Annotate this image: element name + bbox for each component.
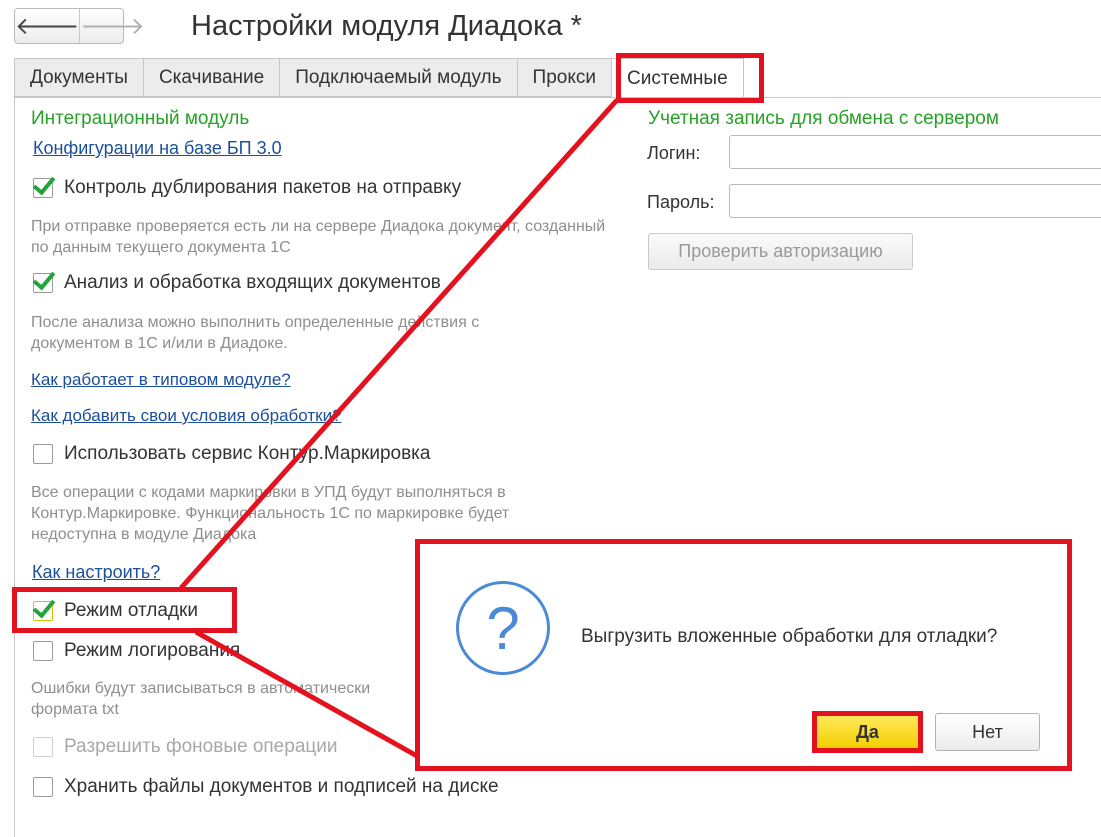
logging-hint: Ошибки будут записываться в автоматическ… [31,680,371,718]
yes-button-label: Да [817,716,918,748]
login-label: Логин: [647,143,701,163]
tab-plugin-module[interactable]: Подключаемый модуль [280,58,518,97]
store-files-checkbox-row[interactable]: Хранить файлы документов и подписей на д… [33,776,499,798]
dup-control-hint: При отправке проверяется есть ли на серв… [31,218,606,256]
marking-checkbox-row[interactable]: Использовать сервис Контур.Маркировка [33,443,430,465]
window-title: Настройки модуля Диадока * [191,10,582,42]
store-files-checkbox[interactable] [33,777,53,797]
dup-control-checkbox-row[interactable]: Контроль дублирования пакетов на отправк… [33,177,461,199]
incoming-hint: После анализа можно выполнить определенн… [31,314,480,352]
server-account-title: Учетная запись для обмена с сервером [648,108,999,129]
incoming-checkbox[interactable] [33,273,53,293]
logging-checkbox-row[interactable]: Режим логирования [33,640,240,662]
tab-documents[interactable]: Документы [14,58,144,97]
arrow-left-icon[interactable]: 🡐 [15,9,79,43]
tab-download[interactable]: Скачивание [143,58,281,97]
login-input[interactable] [729,135,1101,169]
no-button[interactable]: Нет [935,713,1040,751]
check-auth-button[interactable]: Проверить авторизацию [648,233,913,270]
config-link[interactable]: Конфигурации на базе БП 3.0 [33,138,282,159]
navigation-buttons: 🡐 🡒 [14,8,145,44]
marking-label: Использовать сервис Контур.Маркировка [64,443,431,464]
logging-checkbox[interactable] [33,641,53,661]
logging-label: Режим логирования [64,640,241,661]
add-conditions-link[interactable]: Как добавить свои условия обработки? [31,406,342,426]
store-files-label: Хранить файлы документов и подписей на д… [64,776,499,797]
arrow-right-icon[interactable]: 🡒 [79,9,145,43]
background-checkbox-row: Разрешить фоновые операции [33,736,338,758]
background-label: Разрешить фоновые операции [64,736,338,757]
password-label: Пароль: [647,192,715,212]
dialog-message: Выгрузить вложенные обработки для отладк… [581,626,998,647]
question-icon: ? [456,581,550,675]
dup-control-label: Контроль дублирования пакетов на отправк… [64,177,462,198]
marking-checkbox[interactable] [33,444,53,464]
incoming-checkbox-row[interactable]: Анализ и обработка входящих документов [33,272,441,294]
marking-hint: Все операции с кодами маркировки в УПД б… [31,484,510,543]
integration-module-title: Интеграционный модуль [31,108,250,129]
how-works-link[interactable]: Как работает в типовом модуле? [31,370,291,390]
yes-button[interactable]: Да [812,711,923,753]
dup-control-checkbox[interactable] [33,178,53,198]
debug-highlight [12,587,237,633]
how-setup-link[interactable]: Как настроить? [32,562,160,583]
system-tab-highlight [616,53,764,103]
background-checkbox [33,737,53,757]
incoming-label: Анализ и обработка входящих документов [64,272,441,293]
password-input[interactable] [729,184,1101,218]
tab-proxy[interactable]: Прокси [517,58,612,97]
